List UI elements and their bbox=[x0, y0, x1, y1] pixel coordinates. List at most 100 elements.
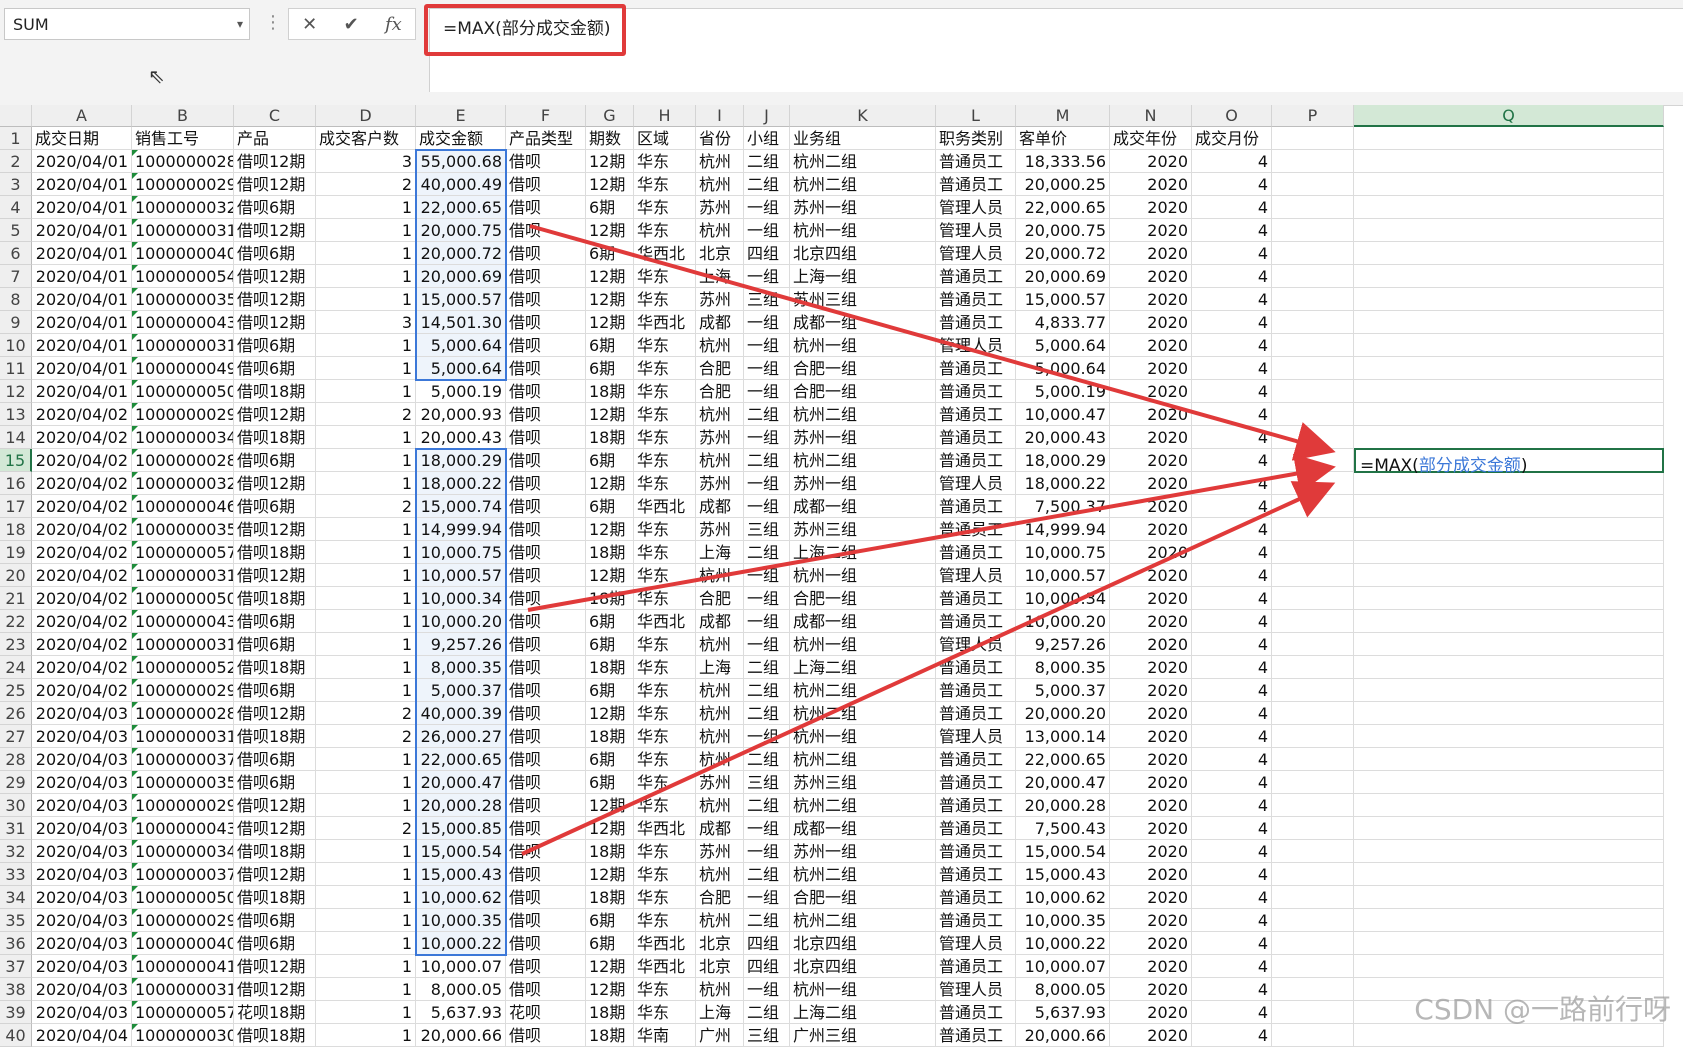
cell-B11[interactable]: 1000000049 bbox=[132, 357, 234, 380]
cell-L1[interactable]: 职务类别 bbox=[936, 127, 1016, 150]
cell-N11[interactable]: 2020 bbox=[1110, 357, 1192, 380]
cell-N34[interactable]: 2020 bbox=[1110, 886, 1192, 909]
cell-A28[interactable]: 2020/04/03 bbox=[32, 748, 132, 771]
row-header-17[interactable]: 17 bbox=[0, 495, 32, 518]
cell-I34[interactable]: 合肥 bbox=[696, 886, 744, 909]
cell-N38[interactable]: 2020 bbox=[1110, 978, 1192, 1001]
cell-K32[interactable]: 苏州一组 bbox=[790, 840, 936, 863]
cell-F14[interactable]: 借呗 bbox=[506, 426, 586, 449]
cell-G22[interactable]: 6期 bbox=[586, 610, 634, 633]
cell-G40[interactable]: 18期 bbox=[586, 1024, 634, 1047]
cell-D25[interactable]: 1 bbox=[316, 679, 416, 702]
cell-N7[interactable]: 2020 bbox=[1110, 265, 1192, 288]
cell-F19[interactable]: 借呗 bbox=[506, 541, 586, 564]
cell-C26[interactable]: 借呗12期 bbox=[234, 702, 316, 725]
cell-C11[interactable]: 借呗6期 bbox=[234, 357, 316, 380]
cell-F5[interactable]: 借呗 bbox=[506, 219, 586, 242]
cell-L28[interactable]: 普通员工 bbox=[936, 748, 1016, 771]
cell-Q18[interactable] bbox=[1354, 518, 1664, 541]
cell-Q11[interactable] bbox=[1354, 357, 1664, 380]
cell-C22[interactable]: 借呗6期 bbox=[234, 610, 316, 633]
cell-B38[interactable]: 1000000031 bbox=[132, 978, 234, 1001]
cell-O38[interactable]: 4 bbox=[1192, 978, 1272, 1001]
cell-O15[interactable]: 4 bbox=[1192, 449, 1272, 472]
cell-J33[interactable]: 二组 bbox=[744, 863, 790, 886]
cell-E9[interactable]: 14,501.30 bbox=[416, 311, 506, 334]
cell-C25[interactable]: 借呗6期 bbox=[234, 679, 316, 702]
cell-J29[interactable]: 三组 bbox=[744, 771, 790, 794]
row-header-38[interactable]: 38 bbox=[0, 978, 32, 1001]
cell-J38[interactable]: 一组 bbox=[744, 978, 790, 1001]
cell-B9[interactable]: 1000000043 bbox=[132, 311, 234, 334]
cell-H3[interactable]: 华东 bbox=[634, 173, 696, 196]
cell-F17[interactable]: 借呗 bbox=[506, 495, 586, 518]
cell-P32[interactable] bbox=[1272, 840, 1354, 863]
cell-P35[interactable] bbox=[1272, 909, 1354, 932]
cell-G32[interactable]: 18期 bbox=[586, 840, 634, 863]
cell-J15[interactable]: 二组 bbox=[744, 449, 790, 472]
cell-B17[interactable]: 1000000046 bbox=[132, 495, 234, 518]
cell-K37[interactable]: 北京四组 bbox=[790, 955, 936, 978]
cell-K23[interactable]: 杭州一组 bbox=[790, 633, 936, 656]
cell-O16[interactable]: 4 bbox=[1192, 472, 1272, 495]
cell-O17[interactable]: 4 bbox=[1192, 495, 1272, 518]
cell-M19[interactable]: 10,000.75 bbox=[1016, 541, 1110, 564]
cell-Q3[interactable] bbox=[1354, 173, 1664, 196]
cell-N2[interactable]: 2020 bbox=[1110, 150, 1192, 173]
cell-J27[interactable]: 一组 bbox=[744, 725, 790, 748]
cell-C28[interactable]: 借呗6期 bbox=[234, 748, 316, 771]
cell-B18[interactable]: 1000000035 bbox=[132, 518, 234, 541]
cell-I24[interactable]: 上海 bbox=[696, 656, 744, 679]
cell-L36[interactable]: 管理人员 bbox=[936, 932, 1016, 955]
cell-D13[interactable]: 2 bbox=[316, 403, 416, 426]
cell-E5[interactable]: 20,000.75 bbox=[416, 219, 506, 242]
cell-O33[interactable]: 4 bbox=[1192, 863, 1272, 886]
cell-M5[interactable]: 20,000.75 bbox=[1016, 219, 1110, 242]
cell-A34[interactable]: 2020/04/03 bbox=[32, 886, 132, 909]
cell-P1[interactable] bbox=[1272, 127, 1354, 150]
cell-Q20[interactable] bbox=[1354, 564, 1664, 587]
cell-D17[interactable]: 2 bbox=[316, 495, 416, 518]
cell-J19[interactable]: 二组 bbox=[744, 541, 790, 564]
row-header-12[interactable]: 12 bbox=[0, 380, 32, 403]
cell-J7[interactable]: 一组 bbox=[744, 265, 790, 288]
cell-H1[interactable]: 区域 bbox=[634, 127, 696, 150]
cell-P13[interactable] bbox=[1272, 403, 1354, 426]
cell-K38[interactable]: 杭州一组 bbox=[790, 978, 936, 1001]
cell-G26[interactable]: 12期 bbox=[586, 702, 634, 725]
cell-D37[interactable]: 1 bbox=[316, 955, 416, 978]
cell-Q21[interactable] bbox=[1354, 587, 1664, 610]
cell-H38[interactable]: 华东 bbox=[634, 978, 696, 1001]
cell-F25[interactable]: 借呗 bbox=[506, 679, 586, 702]
cell-E11[interactable]: 5,000.64 bbox=[416, 357, 506, 380]
cell-J22[interactable]: 一组 bbox=[744, 610, 790, 633]
cell-M17[interactable]: 7,500.37 bbox=[1016, 495, 1110, 518]
cell-G12[interactable]: 18期 bbox=[586, 380, 634, 403]
cell-L40[interactable]: 普通员工 bbox=[936, 1024, 1016, 1047]
cell-D30[interactable]: 1 bbox=[316, 794, 416, 817]
cell-O14[interactable]: 4 bbox=[1192, 426, 1272, 449]
cell-F26[interactable]: 借呗 bbox=[506, 702, 586, 725]
cell-P18[interactable] bbox=[1272, 518, 1354, 541]
cell-L14[interactable]: 普通员工 bbox=[936, 426, 1016, 449]
cell-B26[interactable]: 1000000028 bbox=[132, 702, 234, 725]
cell-L26[interactable]: 普通员工 bbox=[936, 702, 1016, 725]
cell-M30[interactable]: 20,000.28 bbox=[1016, 794, 1110, 817]
cell-F21[interactable]: 借呗 bbox=[506, 587, 586, 610]
cell-K6[interactable]: 北京四组 bbox=[790, 242, 936, 265]
row-header-35[interactable]: 35 bbox=[0, 909, 32, 932]
cell-B1[interactable]: 销售工号 bbox=[132, 127, 234, 150]
cell-H28[interactable]: 华东 bbox=[634, 748, 696, 771]
cell-K36[interactable]: 北京四组 bbox=[790, 932, 936, 955]
column-header-M[interactable]: M bbox=[1016, 105, 1110, 127]
cell-N37[interactable]: 2020 bbox=[1110, 955, 1192, 978]
cell-O13[interactable]: 4 bbox=[1192, 403, 1272, 426]
cell-C10[interactable]: 借呗6期 bbox=[234, 334, 316, 357]
cell-H5[interactable]: 华东 bbox=[634, 219, 696, 242]
row-header-5[interactable]: 5 bbox=[0, 219, 32, 242]
cell-J4[interactable]: 一组 bbox=[744, 196, 790, 219]
cell-L3[interactable]: 普通员工 bbox=[936, 173, 1016, 196]
cell-E20[interactable]: 10,000.57 bbox=[416, 564, 506, 587]
cell-A14[interactable]: 2020/04/02 bbox=[32, 426, 132, 449]
cell-A10[interactable]: 2020/04/01 bbox=[32, 334, 132, 357]
